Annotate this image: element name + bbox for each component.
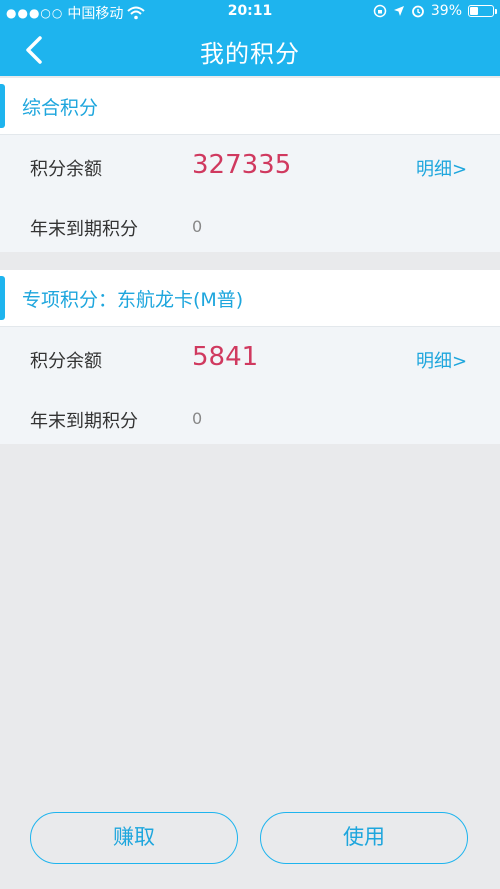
section-title: 综合积分 <box>22 97 99 119</box>
expiring-value: 0 <box>192 409 203 428</box>
earn-button[interactable]: 赚取 <box>30 812 238 864</box>
app-header: ●●●○○ 中国移动 20:11 39% 我的积分 <box>0 0 500 76</box>
expiring-value: 0 <box>192 217 203 236</box>
points-card-special: 积分余额 5841 明细> 年末到期积分 0 <box>0 326 500 444</box>
status-right: 39% <box>373 3 497 19</box>
battery-icon <box>468 5 497 17</box>
balance-label: 积分余额 <box>30 159 102 180</box>
status-bar: ●●●○○ 中国移动 20:11 39% <box>0 0 500 24</box>
balance-value: 5841 <box>192 342 259 372</box>
section-title: 专项积分：东航龙卡(M普) <box>22 289 244 311</box>
location-icon <box>393 6 404 16</box>
orientation-lock-icon <box>373 4 387 18</box>
section-header-special: 专项积分：东航龙卡(M普) <box>0 270 500 326</box>
alarm-icon <box>411 5 424 18</box>
detail-link[interactable]: 明细> <box>416 155 467 181</box>
expiring-label: 年末到期积分 <box>30 219 138 240</box>
balance-label: 积分余额 <box>30 351 102 372</box>
use-button[interactable]: 使用 <box>260 812 468 864</box>
section-accent-bar <box>0 84 5 128</box>
battery-level <box>470 7 478 15</box>
section-header-general: 综合积分 <box>0 78 500 134</box>
navbar: 我的积分 <box>0 24 500 76</box>
detail-link[interactable]: 明细> <box>416 347 467 373</box>
expiring-label: 年末到期积分 <box>30 411 138 432</box>
balance-value: 327335 <box>192 150 292 180</box>
section-accent-bar <box>0 276 5 320</box>
page-title: 我的积分 <box>200 40 300 68</box>
battery-percent: 39% <box>430 3 462 19</box>
points-card-general: 积分余额 327335 明细> 年末到期积分 0 <box>0 134 500 252</box>
